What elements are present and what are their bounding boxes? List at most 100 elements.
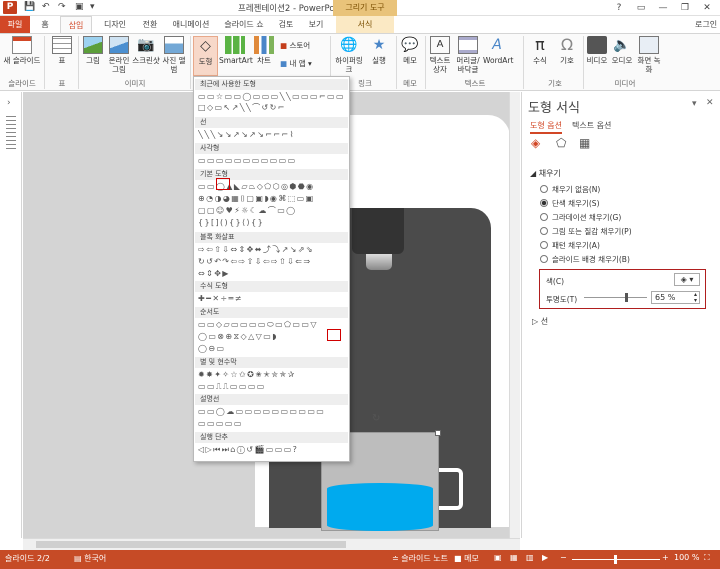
fill-none-radio[interactable]: 채우기 없음(N): [540, 184, 600, 195]
wordart-button[interactable]: A WordArt: [483, 36, 513, 65]
photo-album-button[interactable]: 사진 앨범: [161, 36, 187, 74]
zoom-out-icon[interactable]: −: [560, 553, 567, 562]
audio-button[interactable]: 🔈 오디오: [610, 36, 634, 65]
normal-view-icon[interactable]: ▣: [494, 553, 502, 562]
smartart-button[interactable]: SmartArt: [219, 36, 253, 65]
shapes-gallery-dropdown[interactable]: 최근에 사용한 도형 ▭▭☆▭▭◯▭▭▭╲╲▭▭▭⌐▭▭ □◇▭↖↗╲╲⌒↺↻⌐…: [193, 76, 350, 462]
vertical-scrollbar[interactable]: [509, 92, 520, 538]
signin-link[interactable]: 로그인: [695, 19, 717, 30]
color-picker-button[interactable]: ◈ ▾: [674, 273, 700, 286]
shape-row[interactable]: ▭▭◇▱▭▭▭▭⬭▭⬠▭▭▽: [198, 320, 346, 330]
tab-insert[interactable]: 삽입: [60, 16, 92, 34]
notes-button[interactable]: ≐ 슬라이드 노트: [392, 553, 448, 564]
comments-button[interactable]: ■ 메모: [454, 553, 479, 564]
shape-row[interactable]: ⇔⇕✥▶: [198, 269, 346, 279]
reading-view-icon[interactable]: ▥: [526, 553, 534, 562]
cup-handle[interactable]: [439, 468, 463, 510]
save-icon[interactable]: 💾: [24, 2, 35, 12]
spinner-icon[interactable]: ▴ ▾: [694, 292, 697, 304]
tab-home[interactable]: 홈: [32, 16, 58, 33]
shape-row[interactable]: ✹✸✦✧☆✩✪✬✭✮✯✰: [198, 370, 346, 380]
transparency-slider-track[interactable]: [584, 297, 647, 298]
language-indicator[interactable]: ▤ 한국어: [74, 553, 106, 564]
fill-section-header[interactable]: ◢ 채우기: [530, 168, 561, 179]
shape-row[interactable]: ◯⊖▭: [198, 344, 346, 354]
slide-counter[interactable]: 슬라이드 2/2: [5, 553, 50, 564]
ribbon-display-icon[interactable]: ▭: [630, 1, 652, 15]
tab-review[interactable]: 검토: [272, 16, 300, 33]
hyperlink-button[interactable]: 🌐 하이퍼링크: [332, 36, 366, 74]
fill-gradient-radio[interactable]: 그라데이션 채우기(G): [540, 212, 621, 223]
comment-button[interactable]: 💬 메모: [398, 36, 422, 65]
dispenser-nozzle[interactable]: [352, 208, 404, 254]
highlight-oval-shape[interactable]: [216, 178, 230, 190]
shape-row[interactable]: ▢▢☺♥⚡☼☾☁⌒▭◯: [198, 206, 346, 216]
help-icon[interactable]: ?: [608, 1, 630, 15]
pane-options-icon[interactable]: ▾: [692, 99, 697, 109]
shape-row[interactable]: ╲╲╲↘↘↗↘↗↘⌐⌐⌐⌇: [198, 130, 346, 140]
undo-icon[interactable]: ↶: [42, 2, 50, 12]
tab-animations[interactable]: 애니메이션: [166, 16, 216, 33]
fill-slide-bg-radio[interactable]: 슬라이드 배경 채우기(B): [540, 254, 630, 265]
store-button[interactable]: ■ 스토어: [280, 40, 310, 51]
shape-row[interactable]: ▭▭⎍⎍▭▭▭▭: [198, 382, 346, 392]
slideshow-view-icon[interactable]: ▶: [542, 553, 548, 562]
slide-thumbnail-panel[interactable]: [0, 92, 22, 538]
screen-recording-button[interactable]: 화면 녹화: [636, 36, 662, 74]
table-button[interactable]: 표: [48, 36, 76, 65]
water-fill[interactable]: [327, 483, 433, 531]
screenshot-button[interactable]: 📷 스크린샷: [132, 36, 160, 65]
shape-row[interactable]: ▭▭☆▭▭◯▭▭▭╲╲▭▭▭⌐▭▭: [198, 92, 346, 102]
restore-button[interactable]: ❐: [674, 1, 696, 15]
shape-row[interactable]: ▭▭▭▭▭▭▭▭▭▭▭: [198, 156, 346, 166]
fill-pattern-radio[interactable]: 패턴 채우기(A): [540, 240, 600, 251]
fill-line-icon[interactable]: ◈: [531, 136, 540, 150]
effects-pentagon-icon[interactable]: ⬠: [556, 136, 566, 150]
resize-handle[interactable]: [435, 430, 441, 436]
close-pane-icon[interactable]: ✕: [706, 98, 714, 108]
tab-text-options[interactable]: 텍스트 옵션: [572, 120, 611, 131]
shape-row[interactable]: {}[](){}⟨⟩{}: [198, 218, 346, 228]
horizontal-scroll-thumb[interactable]: [36, 541, 346, 548]
shape-row[interactable]: ▭▭▭▭▭: [198, 419, 346, 429]
shape-row[interactable]: ▭▭◯☁▭▭▭▭▭▭▭▭▭▭: [198, 407, 346, 417]
nozzle-tip[interactable]: [366, 254, 392, 270]
video-button[interactable]: 비디오: [585, 36, 609, 65]
tab-shape-options[interactable]: 도형 옵션: [530, 120, 562, 134]
size-properties-icon[interactable]: ▦: [579, 136, 590, 150]
chart-button[interactable]: 차트: [252, 36, 276, 65]
redo-icon[interactable]: ↷: [58, 2, 66, 12]
highlight-delay-shape[interactable]: [327, 329, 341, 341]
online-pictures-button[interactable]: 온라인 그림: [106, 36, 132, 74]
fill-picture-radio[interactable]: 그림 또는 질감 채우기(P): [540, 226, 632, 237]
fit-slide-icon[interactable]: ⛶: [704, 553, 710, 563]
start-slideshow-icon[interactable]: ▣: [75, 2, 84, 12]
zoom-level[interactable]: 100 %: [674, 553, 699, 562]
pictures-button[interactable]: 그림: [80, 36, 106, 65]
equation-button[interactable]: π 수식: [528, 36, 552, 66]
shapes-button[interactable]: ◇ 도형: [193, 36, 218, 76]
text-box-button[interactable]: A 텍스트 상자: [427, 36, 453, 74]
line-section-header[interactable]: ▷ 선: [532, 316, 548, 327]
expand-thumbnails-icon[interactable]: ›: [7, 98, 11, 108]
shape-row[interactable]: ◁▷⏮⏭⌂ⓘ↺🎬▭▭▭?: [198, 445, 346, 455]
symbol-button[interactable]: Ω 기호: [556, 36, 578, 66]
header-footer-button[interactable]: 머리글/바닥글: [453, 36, 483, 74]
my-apps-button[interactable]: ■ 내 앱 ▾: [280, 58, 312, 69]
tab-format[interactable]: 서식: [336, 16, 394, 33]
action-button[interactable]: ★ 실행: [368, 36, 390, 65]
transparency-input[interactable]: 65 % ▴ ▾: [651, 291, 700, 304]
shape-row[interactable]: ✚━✕÷═≠: [198, 294, 346, 304]
minimize-button[interactable]: —: [652, 1, 674, 15]
transparency-slider-thumb[interactable]: [624, 293, 628, 302]
fill-solid-radio[interactable]: 단색 채우기(S): [540, 198, 600, 209]
rotate-handle-icon[interactable]: ↻: [372, 413, 380, 424]
tab-view[interactable]: 보기: [302, 16, 330, 33]
tab-file[interactable]: 파일: [0, 16, 30, 33]
tab-slideshow[interactable]: 슬라이드 쇼: [218, 16, 270, 33]
shape-row[interactable]: □◇▭↖↗╲╲⌒↺↻⌐: [198, 103, 346, 113]
shape-row[interactable]: ⇨⇦⇧⇩⇔⇕✥⬌⤴⤵↗↘⇗⇘: [198, 245, 346, 255]
shape-row[interactable]: ⊕◔◑◕▦⌷▢▣◗◉⌘⬚▭▣: [198, 194, 346, 204]
customize-qat-icon[interactable]: ▾: [90, 2, 95, 12]
close-button[interactable]: ✕: [696, 1, 718, 15]
